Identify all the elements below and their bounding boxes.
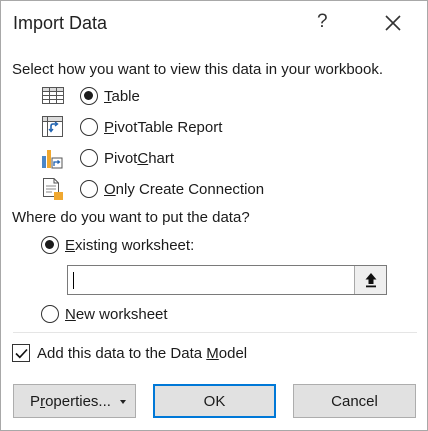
existing-worksheet-label: Existing worksheet:	[65, 236, 195, 254]
divider	[13, 332, 417, 333]
ok-button[interactable]: OK	[153, 384, 276, 418]
new-worksheet-option[interactable]: New worksheet	[41, 302, 168, 326]
table-icon	[42, 87, 64, 104]
data-model-option[interactable]: Add this data to the Data Model	[12, 341, 247, 365]
range-input[interactable]	[67, 265, 387, 295]
pivottable-icon	[42, 116, 63, 137]
collapse-dialog-icon	[365, 273, 376, 288]
view-option-pivotchart[interactable]: PivotChart	[80, 146, 174, 170]
close-icon	[385, 15, 401, 31]
checkmark-icon	[14, 348, 28, 358]
import-data-dialog: Import Data ? Select how you want to vie…	[0, 0, 428, 431]
location-prompt: Where do you want to put the data?	[12, 209, 250, 226]
option-label-pivottable: PivotTable Report	[104, 118, 223, 136]
radio-table[interactable]	[80, 87, 98, 105]
connection-icon	[43, 178, 63, 200]
radio-existing-worksheet[interactable]	[41, 236, 59, 254]
radio-pivottable[interactable]	[80, 118, 98, 136]
dialog-title: Import Data	[13, 13, 108, 33]
data-model-checkbox[interactable]	[12, 344, 30, 362]
view-option-table[interactable]: Table	[80, 84, 140, 108]
view-option-pivottable[interactable]: PivotTable Report	[80, 115, 222, 139]
close-button[interactable]	[383, 13, 403, 33]
cancel-button[interactable]: Cancel	[293, 384, 416, 418]
view-option-connection[interactable]: Only Create Connection	[80, 177, 264, 201]
option-label-table: Table	[104, 87, 140, 105]
option-label-pivotchart: PivotChart	[104, 149, 175, 167]
radio-connection[interactable]	[80, 180, 98, 198]
pivotchart-icon	[42, 150, 63, 169]
help-button[interactable]: ?	[317, 11, 328, 33]
view-prompt: Select how you want to view this data in…	[12, 61, 384, 78]
dropdown-arrow-icon	[120, 400, 126, 404]
radio-new-worksheet[interactable]	[41, 305, 59, 323]
properties-label: Properties...	[30, 392, 111, 410]
range-select-button[interactable]	[354, 266, 386, 294]
data-model-label: Add this data to the Data Model	[37, 344, 248, 362]
option-label-connection: Only Create Connection	[104, 180, 265, 198]
text-caret	[73, 272, 74, 289]
new-worksheet-label: New worksheet	[65, 305, 168, 323]
properties-button[interactable]: Properties...	[13, 384, 136, 418]
existing-worksheet-option[interactable]: Existing worksheet:	[41, 233, 194, 257]
radio-pivotchart[interactable]	[80, 149, 98, 167]
